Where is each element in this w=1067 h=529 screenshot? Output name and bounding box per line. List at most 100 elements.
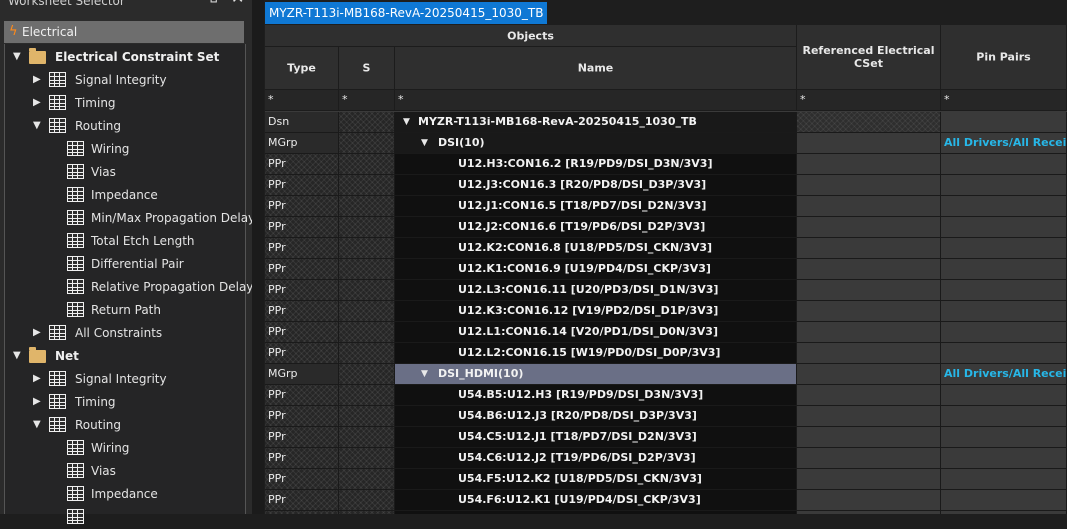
cell-type[interactable]: PPr (265, 217, 339, 238)
table-row[interactable]: Dsn ▼ MYZR-T113i-MB168-RevA-20250415_1030_… (265, 112, 1067, 133)
collapse-arrow-icon[interactable]: ▼ (13, 51, 23, 63)
cell-type[interactable]: PPr (265, 280, 339, 301)
cell-referenced-cset[interactable] (797, 469, 941, 490)
table-row[interactable]: PPr U54.B5:U12.H3 [R19/PD9/DSI_D3N/3V3] (265, 385, 1067, 406)
table-row[interactable]: PPr U12.L3:CON16.11 [U20/PD3/DSI_D1N/3V3] (265, 280, 1067, 301)
cell-pin-pairs[interactable] (941, 175, 1067, 196)
tree-item[interactable]: Relative Propagation Delay (5, 276, 253, 299)
cell-name[interactable]: U12.K1:CON16.9 [U19/PD4/DSI_CKP/3V3] (395, 259, 797, 280)
table-row[interactable]: PPr U12.K3:CON16.12 [V19/PD2/DSI_D1P/3V3] (265, 301, 1067, 322)
cell-name[interactable]: U12.K2:CON16.8 [U18/PD5/DSI_CKN/3V3] (395, 238, 797, 259)
cell-type[interactable]: PPr (265, 154, 339, 175)
cell-name[interactable]: U54.B6:U12.J3 [R20/PD8/DSI_D3P/3V3] (395, 406, 797, 427)
cell-name[interactable]: U12.L2:CON16.15 [W19/PD0/DSI_D0P/3V3] (395, 343, 797, 364)
table-row[interactable]: PPr U12.L2:CON16.15 [W19/PD0/DSI_D0P/3V3] (265, 343, 1067, 364)
cell-type[interactable]: PPr (265, 259, 339, 280)
cell-type[interactable]: PPr (265, 175, 339, 196)
tree-item[interactable]: Impedance (5, 184, 245, 207)
cell-name[interactable]: U12.K3:CON16.12 [V19/PD2/DSI_D1P/3V3] (395, 301, 797, 322)
cell-referenced-cset[interactable] (797, 490, 941, 511)
tree-item[interactable]: ▼ Net (5, 345, 245, 368)
cell-s[interactable] (339, 490, 395, 511)
table-row[interactable]: MGrp ▼ DSI_HDMI(10) All Drivers/All Receive… (265, 364, 1067, 385)
cell-referenced-cset[interactable] (797, 280, 941, 301)
cell-type[interactable]: PPr (265, 469, 339, 490)
cell-name[interactable]: U12.J3:CON16.3 [R20/PD8/DSI_D3P/3V3] (395, 175, 797, 196)
cell-referenced-cset[interactable] (797, 217, 941, 238)
cell-name[interactable]: ▼ DSI(10) (395, 133, 797, 154)
cell-referenced-cset[interactable] (797, 196, 941, 217)
cell-pin-pairs[interactable] (941, 406, 1067, 427)
cell-type[interactable]: PPr (265, 343, 339, 364)
collapse-arrow-icon[interactable]: ▼ (403, 112, 410, 132)
cell-type[interactable]: MGrp (265, 364, 339, 385)
cell-s[interactable] (339, 448, 395, 469)
cell-pin-pairs[interactable] (941, 112, 1067, 133)
collapse-arrow-icon[interactable]: ▼ (421, 364, 428, 384)
table-row[interactable]: PPr U12.L1:CON16.14 [V20/PD1/DSI_D0N/3V3] (265, 322, 1067, 343)
tree-item[interactable]: Return Path (5, 299, 245, 322)
tab-design-worksheet[interactable]: MYZR-T113i-MB168-RevA-20250415_1030_TB (265, 2, 548, 24)
cell-name[interactable]: U12.L1:CON16.14 [V20/PD1/DSI_D0N/3V3] (395, 322, 797, 343)
tree-item[interactable]: ▶ Timing (5, 391, 245, 414)
panel-splitter[interactable] (252, 0, 264, 514)
cell-pin-pairs[interactable] (941, 196, 1067, 217)
cell-type[interactable]: PPr (265, 322, 339, 343)
collapse-arrow-icon[interactable]: ▼ (421, 133, 428, 153)
tree-item[interactable]: Impedance (5, 483, 245, 506)
cell-pin-pairs[interactable] (941, 259, 1067, 280)
close-icon[interactable]: ✕ (231, 0, 245, 6)
cell-s[interactable] (339, 238, 395, 259)
cell-s[interactable] (339, 112, 395, 133)
cell-name[interactable]: U12.J1:CON16.5 [T18/PD7/DSI_D2N/3V3] (395, 196, 797, 217)
cell-referenced-cset[interactable] (797, 175, 941, 196)
cell-type[interactable]: PPr (265, 406, 339, 427)
tree-item[interactable]: ▶ Timing (5, 92, 245, 115)
table-row[interactable]: PPr U12.J1:CON16.5 [T18/PD7/DSI_D2N/3V3] (265, 196, 1067, 217)
tree-item[interactable]: Vias (5, 460, 245, 483)
cell-referenced-cset[interactable] (797, 343, 941, 364)
cell-pin-pairs[interactable] (941, 280, 1067, 301)
cell-pin-pairs[interactable] (941, 469, 1067, 490)
column-header-type[interactable]: Type (265, 47, 339, 90)
cell-name[interactable]: U12.L3:CON16.11 [U20/PD3/DSI_D1N/3V3] (395, 280, 797, 301)
tree-item[interactable]: Vias (5, 161, 245, 184)
cell-referenced-cset[interactable] (797, 259, 941, 280)
cell-referenced-cset[interactable] (797, 385, 941, 406)
cell-referenced-cset[interactable] (797, 322, 941, 343)
cell-referenced-cset[interactable] (797, 154, 941, 175)
cell-s[interactable] (339, 217, 395, 238)
cell-type[interactable]: Dsn (265, 112, 339, 133)
cell-name[interactable]: U54.F5:U12.K2 [U18/PD5/DSI_CKN/3V3] (395, 469, 797, 490)
restore-window-icon[interactable]: 🗗 (210, 0, 222, 5)
cell-s[interactable] (339, 406, 395, 427)
cell-pin-pairs[interactable] (941, 322, 1067, 343)
collapse-arrow-icon[interactable]: ▼ (33, 419, 43, 431)
cell-s[interactable] (339, 385, 395, 406)
cell-pin-pairs[interactable] (941, 490, 1067, 511)
tree-item[interactable]: ▼ Routing (5, 115, 245, 138)
tree-item[interactable] (5, 506, 245, 529)
cell-type[interactable]: PPr (265, 427, 339, 448)
cell-type[interactable]: MGrp (265, 133, 339, 154)
cell-name[interactable]: U54.B5:U12.H3 [R19/PD9/DSI_D3N/3V3] (395, 385, 797, 406)
column-header-pin-pairs[interactable]: Pin Pairs (941, 25, 1067, 90)
cell-pin-pairs[interactable]: All Drivers/All Receivers (941, 133, 1067, 154)
table-row[interactable]: PPr U12.K2:CON16.8 [U18/PD5/DSI_CKN/3V3] (265, 238, 1067, 259)
cell-type[interactable]: PPr (265, 196, 339, 217)
table-row[interactable]: PPr U54.F6:U12.K1 [U19/PD4/DSI_CKP/3V3] (265, 490, 1067, 511)
cell-pin-pairs[interactable] (941, 343, 1067, 364)
cell-s[interactable] (339, 343, 395, 364)
tree-item[interactable]: ▶ Signal Integrity (5, 69, 245, 92)
cell-s[interactable] (339, 259, 395, 280)
cell-pin-pairs[interactable]: All Drivers/All Receivers (941, 364, 1067, 385)
table-row[interactable]: PPr U54.C6:U12.J2 [T19/PD6/DSI_D2P/3V3] (265, 448, 1067, 469)
column-header-s[interactable]: S (339, 47, 395, 90)
table-row[interactable]: PPr U54.C5:U12.J1 [T18/PD7/DSI_D2N/3V3] (265, 427, 1067, 448)
filter-s[interactable]: * (339, 90, 395, 111)
filter-type[interactable]: * (265, 90, 339, 111)
cell-pin-pairs[interactable] (941, 217, 1067, 238)
cell-name[interactable]: U12.J2:CON16.6 [T19/PD6/DSI_D2P/3V3] (395, 217, 797, 238)
cell-name[interactable]: ▼ DSI_HDMI(10) (395, 364, 797, 385)
filter-name[interactable]: * (395, 90, 797, 111)
